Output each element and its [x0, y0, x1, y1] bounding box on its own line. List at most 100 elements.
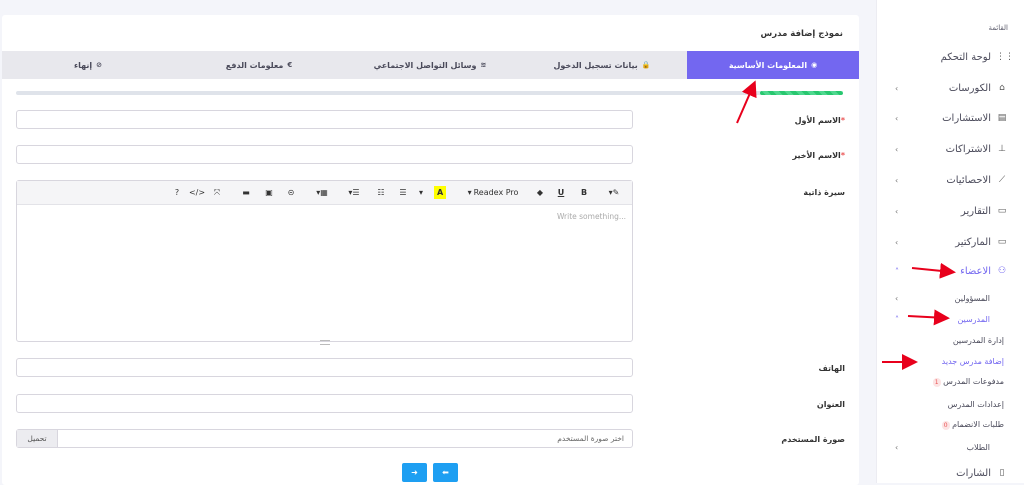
- editor-toolbar: ? </> ⤧ ▬ ▣ ⊝ ▾▦ ▾☰ ☷ ☰ ▾ A ▾ Readex Pro…: [17, 181, 632, 205]
- progress-fill: [760, 91, 843, 95]
- address-label: العنوان: [816, 400, 845, 409]
- count-badge: 1: [932, 378, 941, 387]
- previous-button[interactable]: ⬅: [433, 463, 458, 482]
- sidebar-subitem-label: إدارة المدرسين: [952, 335, 1004, 345]
- editor-placeholder[interactable]: Write something...: [557, 212, 626, 221]
- chevron-left-icon: ‹: [895, 175, 899, 185]
- sidebar-item-consultations[interactable]: ▤ الاستشارات ‹: [877, 110, 1024, 126]
- sidebar-item-label: الاحصائيات: [946, 174, 991, 186]
- address-input[interactable]: [16, 394, 633, 413]
- tab-login-data[interactable]: بيانات تسجيل الدخول 🔒: [516, 51, 688, 79]
- chevron-left-icon: ‹: [895, 442, 899, 452]
- wifi-icon: ≋: [480, 61, 487, 69]
- circle-icon: ◉: [811, 61, 818, 69]
- tab-basic-info[interactable]: المعلومات الأساسية ◉: [687, 51, 859, 79]
- file-icon: ▤: [997, 113, 1007, 123]
- upload-button[interactable]: تحميل: [17, 430, 58, 447]
- sidebar-item-marketer[interactable]: ▭ الماركتير ‹: [877, 234, 1024, 250]
- first-name-label: الاسم الأول*: [794, 116, 845, 125]
- phone-label: الهاتف: [818, 364, 845, 373]
- bio-label: سيرة ذاتية: [803, 188, 845, 197]
- users-icon: ⚇: [997, 266, 1007, 276]
- fullscreen-icon[interactable]: ⤧: [211, 186, 223, 199]
- sidebar-subitem-teacher-payments[interactable]: 1 مدفوعات المدرس: [877, 375, 1024, 389]
- sidebar-subitem-students[interactable]: الطلاب ‹: [877, 440, 1024, 454]
- sidebar-subitem-teachers[interactable]: المدرسين ˄: [877, 312, 1024, 326]
- progress-bar: [16, 91, 843, 95]
- last-name-label: الاسم الأخير*: [792, 151, 845, 160]
- next-button[interactable]: ➜: [402, 463, 427, 482]
- link-icon[interactable]: ⊝: [285, 186, 297, 199]
- sidebar-item-label: الكورسات: [948, 82, 991, 94]
- sidebar-subitem-admins[interactable]: المسؤولين ‹: [877, 291, 1024, 305]
- code-view-icon[interactable]: </>: [189, 186, 205, 199]
- sidebar-subitem-label: المدرسين: [957, 314, 990, 324]
- chevron-down-icon: ▾: [467, 188, 472, 197]
- image-icon[interactable]: ▣: [263, 186, 275, 199]
- chevron-left-icon: ‹: [895, 237, 899, 247]
- sidebar-subitem-label: 0 طلبات الانضمام: [941, 420, 1004, 430]
- trend-icon: ⟋: [998, 175, 1006, 185]
- phone-input[interactable]: [16, 358, 633, 377]
- archive-icon: ▭: [997, 237, 1007, 247]
- resize-handle[interactable]: [320, 340, 330, 345]
- sidebar-item-dashboard[interactable]: ⋮⋮ لوحة التحكم: [877, 49, 1024, 65]
- sidebar-item-badges[interactable]: ▯ الشارات: [877, 465, 1024, 481]
- lock-icon: 🔒: [641, 61, 651, 69]
- chevron-left-icon: ‹: [895, 113, 899, 123]
- sidebar-subitem-teacher-settings[interactable]: إعدادات المدرس: [877, 397, 1024, 411]
- sidebar-item-statistics[interactable]: ⟋ الاحصائيات ‹: [877, 172, 1024, 188]
- sidebar-item-label: التقارير: [960, 205, 991, 217]
- underline-icon[interactable]: U: [555, 186, 567, 199]
- sidebar: القائمة ⋮⋮ لوحة التحكم ⌂ الكورسات ‹ ▤ ال…: [876, 0, 1024, 483]
- ordered-list-icon[interactable]: ☷: [375, 186, 387, 199]
- photo-placeholder: اختر صورة المستخدم: [557, 434, 624, 443]
- table-icon[interactable]: ▾▦: [313, 186, 331, 199]
- grid-icon: ⋮⋮: [996, 52, 1014, 62]
- align-icon[interactable]: ▾☰: [345, 186, 363, 199]
- check-circle-icon: ⊘: [96, 61, 102, 69]
- font-family-select[interactable]: ▾ Readex Pro: [463, 186, 523, 199]
- sidebar-item-reports[interactable]: ▭ التقارير ‹: [877, 203, 1024, 219]
- chevron-left-icon: ‹: [895, 144, 899, 154]
- unordered-list-icon[interactable]: ☰: [397, 186, 409, 199]
- arrow-left-icon: ⬅: [442, 468, 449, 477]
- sidebar-subitem-add-teacher[interactable]: إضافة مدرس جديد: [877, 354, 1024, 368]
- sitemap-icon: ⊥: [998, 144, 1006, 154]
- chevron-left-icon: ‹: [895, 206, 899, 216]
- first-name-input[interactable]: [16, 110, 633, 129]
- photo-file-input[interactable]: تحميل اختر صورة المستخدم: [16, 429, 633, 448]
- sidebar-item-subscriptions[interactable]: ⊥ الاشتراكات ‹: [877, 141, 1024, 157]
- last-name-input[interactable]: [16, 145, 633, 164]
- video-icon[interactable]: ▬: [240, 186, 252, 199]
- wizard-tabs: المعلومات الأساسية ◉ بيانات تسجيل الدخول…: [2, 51, 859, 79]
- arrow-right-icon: ➜: [411, 468, 418, 477]
- font-color-icon[interactable]: A: [434, 186, 447, 199]
- count-badge: 0: [941, 421, 950, 430]
- tab-payment-info[interactable]: معلومات الدفع €: [173, 51, 345, 79]
- sidebar-item-label: الاستشارات: [942, 112, 991, 124]
- chevron-up-icon: ˄: [895, 314, 899, 324]
- bold-icon[interactable]: B: [578, 186, 590, 199]
- sidebar-item-label: الاعضاء: [960, 265, 991, 277]
- sidebar-item-label: الماركتير: [955, 236, 991, 248]
- tab-social-media[interactable]: وسائل التواصل الاجتماعي ≋: [344, 51, 516, 79]
- sidebar-subitem-label: الطلاب: [966, 442, 990, 452]
- form-card: نموذج إضافة مدرس المعلومات الأساسية ◉ بي…: [2, 15, 859, 485]
- sidebar-item-label: الاشتراكات: [945, 143, 991, 155]
- chevron-down-icon[interactable]: ▾: [417, 186, 425, 199]
- tab-finish[interactable]: إنهاء ⊘: [2, 51, 174, 79]
- archive-icon: ▭: [997, 206, 1007, 216]
- sidebar-subitem-join-requests[interactable]: 0 طلبات الانضمام: [877, 418, 1024, 432]
- basket-icon: ⌂: [999, 83, 1005, 93]
- menu-title: القائمة: [988, 24, 1009, 32]
- magic-wand-icon[interactable]: ▾✎: [605, 186, 623, 199]
- badge-icon: ▯: [999, 468, 1005, 478]
- sidebar-item-courses[interactable]: ⌂ الكورسات ‹: [877, 80, 1024, 96]
- eraser-icon[interactable]: ◆: [534, 186, 546, 199]
- sidebar-subitem-label: إضافة مدرس جديد: [941, 356, 1004, 366]
- help-icon[interactable]: ?: [171, 186, 183, 199]
- sidebar-item-members[interactable]: ⚇ الاعضاء ˄: [877, 263, 1024, 279]
- sidebar-subitem-label: إعدادات المدرس: [947, 399, 1004, 409]
- sidebar-subitem-manage-teachers[interactable]: إدارة المدرسين: [877, 333, 1024, 347]
